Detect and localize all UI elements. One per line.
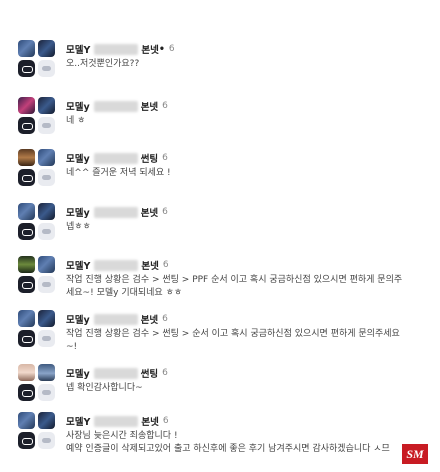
user-icon bbox=[38, 169, 55, 186]
avatar-group[interactable] bbox=[18, 310, 56, 348]
comment-text: 네 ㅎ bbox=[66, 116, 86, 126]
account-icon bbox=[18, 384, 35, 401]
shop-name: 본넷 bbox=[141, 261, 159, 272]
shop-name: 썬팅 bbox=[140, 369, 159, 380]
redacted-name bbox=[93, 367, 138, 379]
user-icon bbox=[38, 432, 55, 449]
comment-header: 모델Y 본넷 6 bbox=[66, 414, 169, 428]
comment-header: 모델y 본넷 6 bbox=[66, 99, 168, 113]
comment-header: 모델y 썬팅 6 bbox=[66, 151, 168, 165]
shop-name: 본넷 bbox=[140, 315, 159, 326]
avatar bbox=[18, 149, 35, 166]
avatar bbox=[38, 364, 55, 381]
comment-count: 6 bbox=[162, 260, 169, 270]
avatar bbox=[18, 203, 35, 220]
author-name[interactable]: 모델y bbox=[66, 99, 90, 113]
shop-name: 본넷 bbox=[140, 208, 159, 219]
author-name[interactable]: 모델y bbox=[66, 366, 90, 380]
watermark-logo: SM bbox=[402, 444, 428, 464]
comment-header: 모델y 본넷 6 bbox=[66, 205, 168, 219]
account-icon bbox=[18, 223, 35, 240]
avatar bbox=[38, 310, 55, 327]
shop-name: 본넷 bbox=[141, 417, 159, 428]
shop-name: 본넷 bbox=[141, 45, 159, 56]
badge: • bbox=[158, 43, 165, 55]
redacted-name bbox=[94, 259, 139, 271]
avatar-group[interactable] bbox=[18, 203, 56, 241]
comment-count: 6 bbox=[162, 314, 168, 324]
redacted-name bbox=[94, 415, 139, 427]
avatar bbox=[38, 203, 55, 220]
comment-count: 6 bbox=[162, 368, 168, 378]
shop-name: 본넷 bbox=[140, 102, 159, 113]
account-icon bbox=[18, 60, 35, 77]
avatar bbox=[18, 310, 35, 327]
avatar bbox=[38, 412, 55, 429]
author-name[interactable]: 모델y bbox=[66, 205, 90, 219]
avatar-group[interactable] bbox=[18, 97, 56, 135]
avatar bbox=[18, 256, 35, 273]
comment-count: 6 bbox=[162, 153, 168, 163]
avatar bbox=[18, 364, 35, 381]
account-icon bbox=[18, 432, 35, 449]
comment-header: 모델y 본넷 6 bbox=[66, 312, 168, 326]
redacted-name bbox=[93, 152, 138, 164]
avatar-group[interactable] bbox=[18, 256, 56, 294]
avatar-group[interactable] bbox=[18, 364, 56, 402]
account-icon bbox=[18, 169, 35, 186]
comment-text: 넵ㅎㅎ bbox=[66, 222, 91, 232]
redacted-name bbox=[93, 206, 138, 218]
avatar bbox=[38, 149, 55, 166]
comment-header: 모델Y 본넷 • 6 bbox=[66, 42, 175, 56]
comment-header: 모델Y 본넷 6 bbox=[66, 258, 169, 272]
author-name[interactable]: 모델y bbox=[66, 312, 90, 326]
user-icon bbox=[38, 117, 55, 134]
avatar bbox=[18, 412, 35, 429]
user-icon bbox=[38, 60, 55, 77]
comment-text: 넵 확인감사합니다~ bbox=[66, 383, 143, 393]
comment-text: 오..저것뿐인가요?? bbox=[66, 59, 140, 69]
user-icon bbox=[38, 276, 55, 293]
comment-text: 사장님 늦은시간 죄송합니다 ! 예약 인증글이 삭제되고있어 출고 하신후에 … bbox=[66, 431, 390, 454]
comment-count: 6 bbox=[162, 207, 168, 217]
avatar bbox=[18, 97, 35, 114]
account-icon bbox=[18, 330, 35, 347]
comment-text: 작업 진행 상황은 검수 > 썬팅 > PPF 순서 이고 혹시 궁금하신점 있… bbox=[66, 275, 403, 298]
avatar bbox=[38, 40, 55, 57]
avatar bbox=[38, 256, 55, 273]
redacted-name bbox=[93, 313, 138, 325]
user-icon bbox=[38, 223, 55, 240]
account-icon bbox=[18, 117, 35, 134]
author-name[interactable]: 모델Y bbox=[66, 42, 90, 56]
comment-count: 6 bbox=[168, 44, 175, 54]
comment-count: 6 bbox=[162, 416, 169, 426]
avatar-group[interactable] bbox=[18, 149, 56, 187]
avatar bbox=[18, 40, 35, 57]
comment-header: 모델y 썬팅 6 bbox=[66, 366, 168, 380]
comment-count: 6 bbox=[162, 101, 168, 111]
author-name[interactable]: 모델Y bbox=[66, 414, 90, 428]
author-name[interactable]: 모델Y bbox=[66, 258, 90, 272]
comment-text: 작업 진행 상황은 검수 > 썬팅 > 순서 이고 혹시 궁금하신점 있으시면 … bbox=[66, 329, 400, 352]
user-icon bbox=[38, 384, 55, 401]
avatar-group[interactable] bbox=[18, 412, 56, 450]
avatar bbox=[38, 97, 55, 114]
account-icon bbox=[18, 276, 35, 293]
redacted-name bbox=[94, 43, 139, 55]
redacted-name bbox=[93, 100, 138, 112]
user-icon bbox=[38, 330, 55, 347]
author-name[interactable]: 모델y bbox=[66, 151, 90, 165]
comment-text: 네^^ 즐거운 저녁 되세요 ! bbox=[66, 168, 171, 178]
avatar-group[interactable] bbox=[18, 40, 56, 78]
shop-name: 썬팅 bbox=[140, 154, 159, 165]
